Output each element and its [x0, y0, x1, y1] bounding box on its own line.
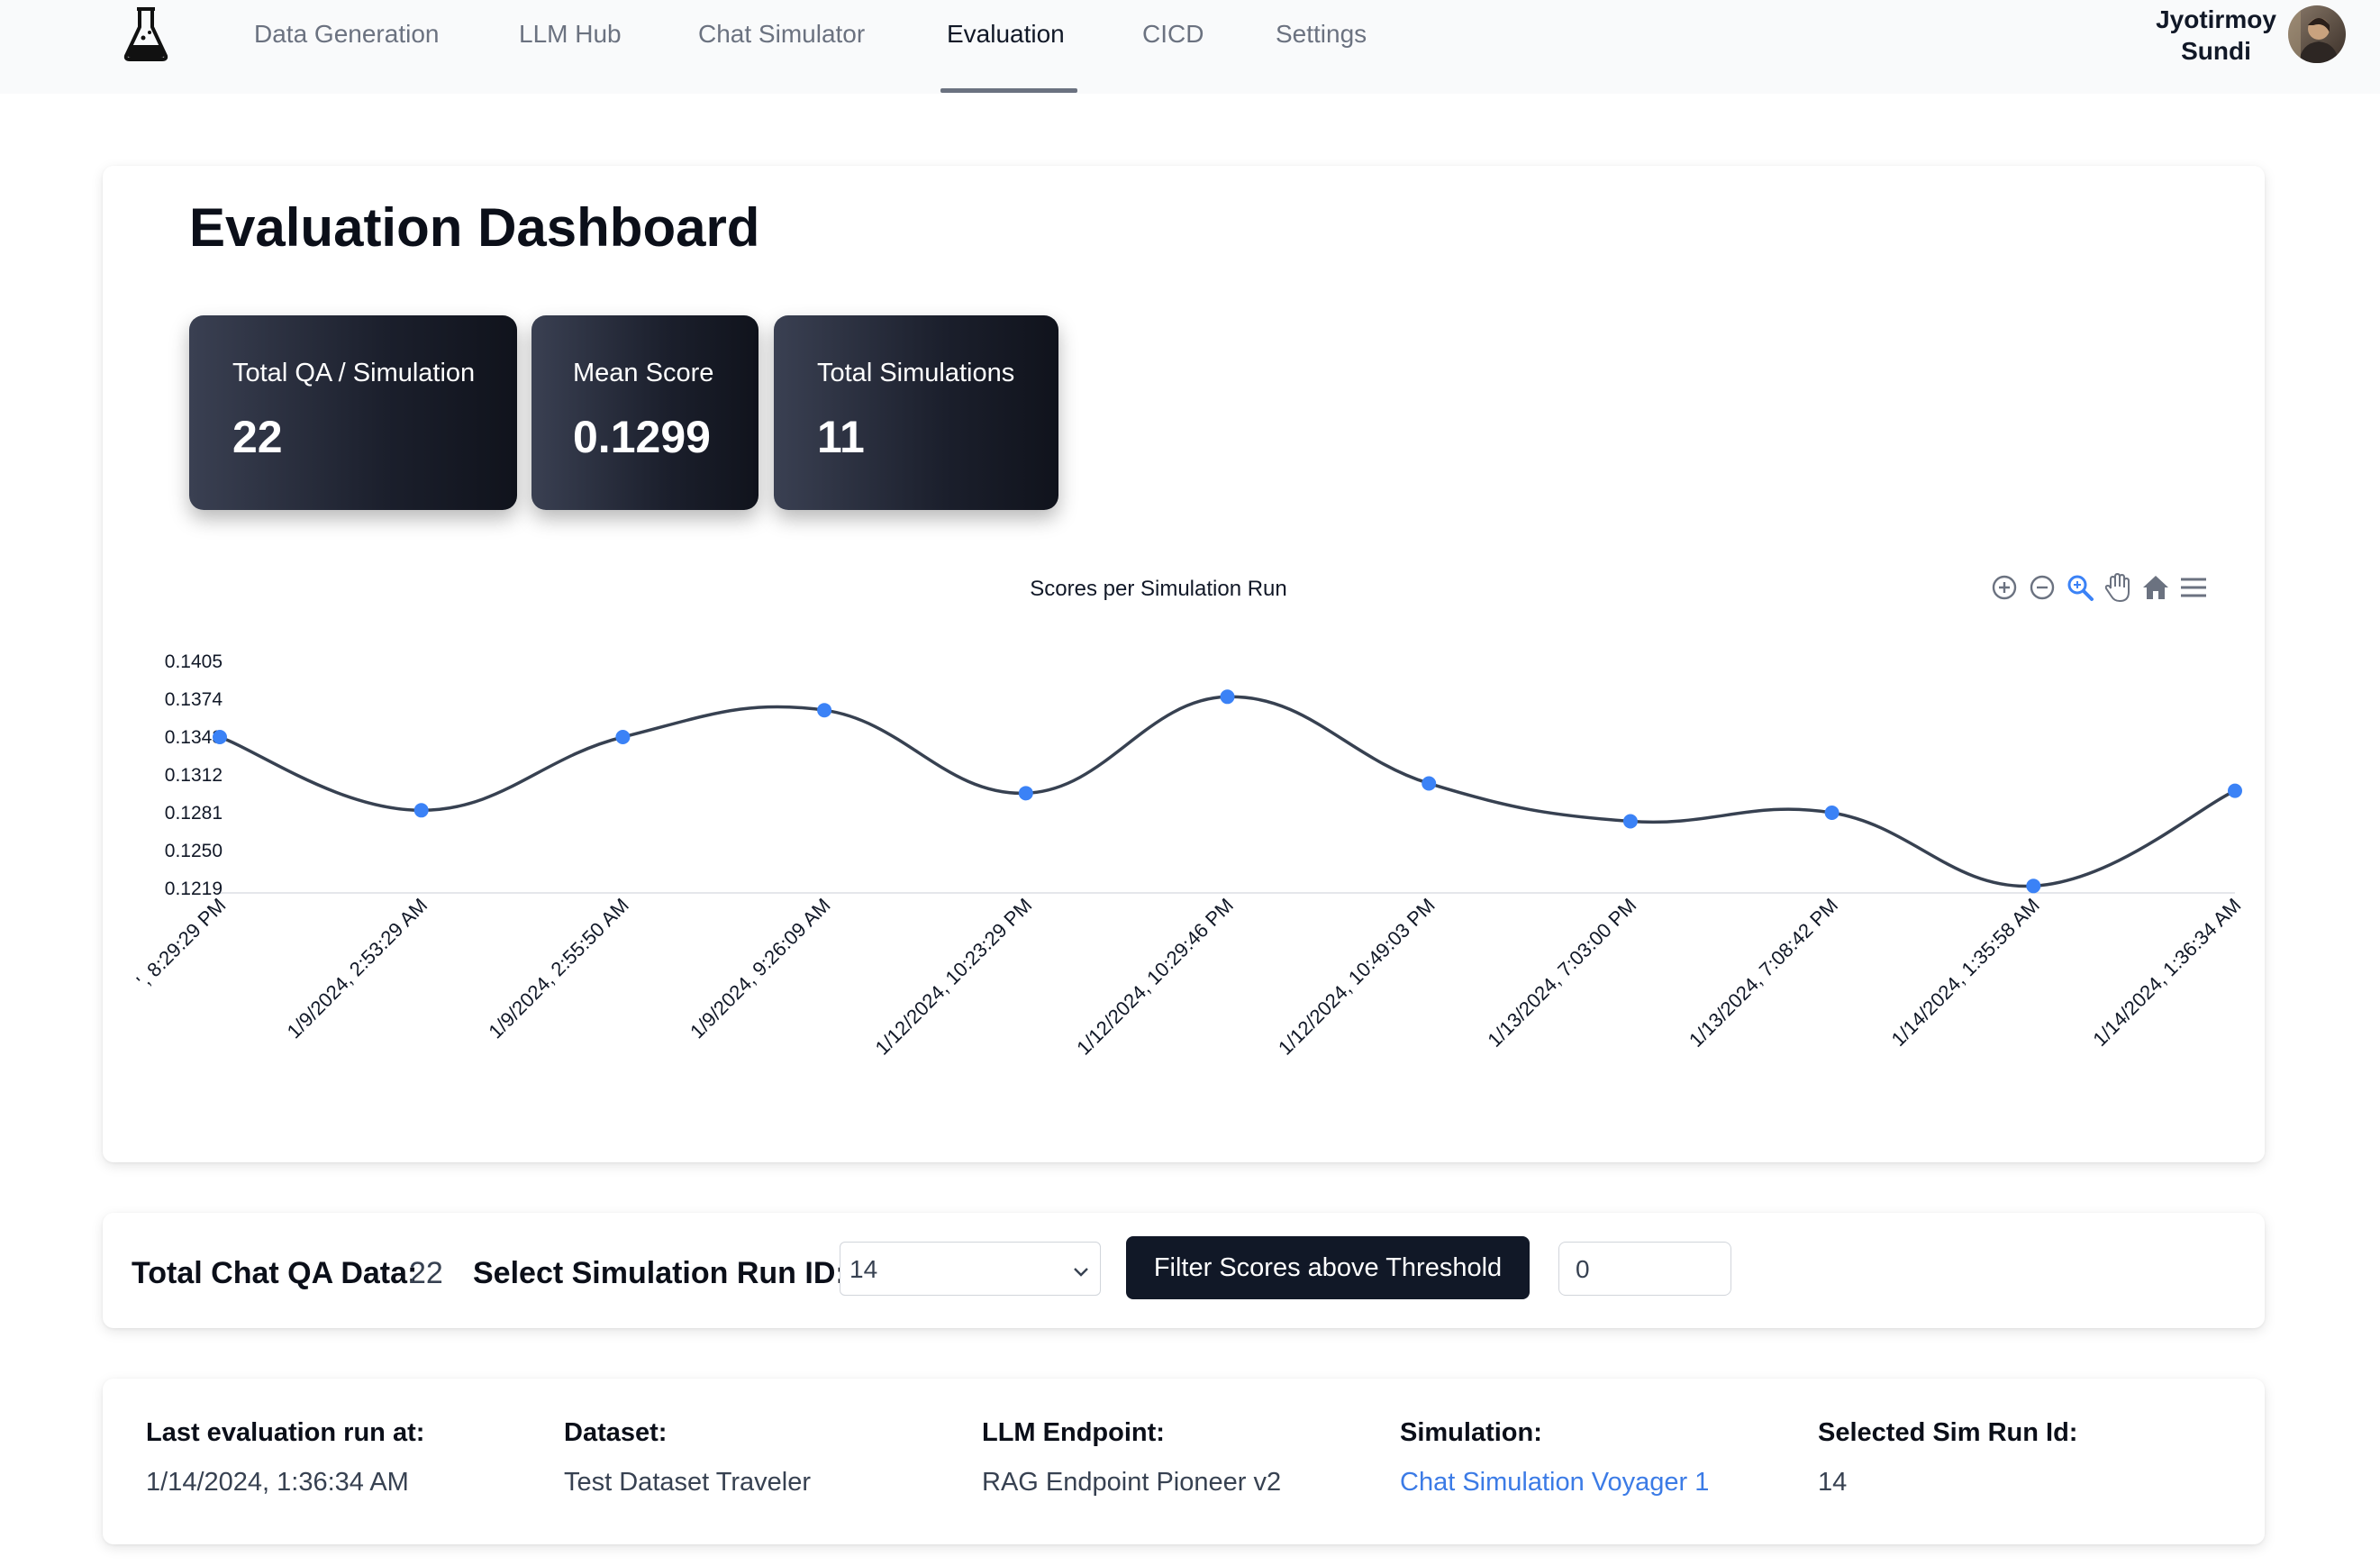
user-first-name: Jyotirmoy — [2156, 5, 2276, 33]
data-point[interactable] — [2228, 783, 2242, 798]
data-point[interactable] — [2026, 879, 2041, 894]
info-value: Test Dataset Traveler — [564, 1468, 811, 1497]
active-tab-indicator — [940, 88, 1077, 93]
info-value: RAG Endpoint Pioneer v2 — [982, 1468, 1282, 1497]
nav-cicd[interactable]: CICD — [1142, 0, 1204, 94]
info-heading: Simulation: — [1400, 1418, 1542, 1447]
nav-data-generation[interactable]: Data Generation — [254, 0, 439, 94]
series-line — [219, 695, 2236, 888]
line-chart: 0.14050.13740.13430.13120.12810.12500.12… — [132, 651, 2246, 1060]
x-tick-label: 1/12/2024, 10:49:03 PM — [1274, 894, 1440, 1060]
y-tick-label: 0.1405 — [165, 651, 223, 672]
nav-evaluation[interactable]: Evaluation — [947, 0, 1065, 94]
select-run-label: Select Simulation Run ID: — [473, 1256, 846, 1290]
filter-threshold-button[interactable]: Filter Scores above Threshold — [1126, 1236, 1530, 1299]
x-tick-label: 1/9/2024, 2:55:50 AM — [484, 894, 633, 1043]
x-tick-label: 1/9/2024, 9:26:09 AM — [686, 894, 835, 1043]
threshold-input[interactable]: 0 — [1558, 1242, 1731, 1296]
info-heading: Selected Sim Run Id: — [1818, 1418, 2078, 1447]
x-tick-label: 1/12/2024, 10:29:46 PM — [1072, 894, 1238, 1060]
y-tick-label: 0.1281 — [165, 803, 223, 824]
info-simulation: Simulation: Chat Simulation Voyager 1 — [1400, 1418, 1709, 1498]
data-point[interactable] — [1422, 776, 1437, 791]
y-tick-label: 0.1374 — [165, 689, 223, 710]
info-llm-endpoint: LLM Endpoint: RAG Endpoint Pioneer v2 — [982, 1418, 1281, 1498]
filter-card: Total Chat QA Data: 22 Select Simulation… — [103, 1213, 2265, 1328]
x-tick-label: ', 8:29:29 PM — [132, 894, 231, 992]
data-point[interactable] — [1018, 786, 1033, 801]
total-chat-qa-label: Total Chat QA Data: — [132, 1256, 418, 1290]
flask-logo-icon[interactable] — [123, 4, 169, 61]
y-tick-label: 0.1312 — [165, 765, 223, 786]
data-point[interactable] — [1622, 814, 1638, 829]
data-point[interactable] — [213, 730, 227, 744]
selected-run-value: 14 — [849, 1255, 878, 1283]
info-last-run: Last evaluation run at: 1/14/2024, 1:36:… — [146, 1418, 424, 1498]
x-tick-label: 1/9/2024, 2:53:29 AM — [283, 894, 432, 1043]
info-heading: LLM Endpoint: — [982, 1418, 1165, 1447]
nav-llm-hub[interactable]: LLM Hub — [519, 0, 622, 94]
top-navbar: Data Generation LLM Hub Chat Simulator E… — [0, 0, 2380, 94]
chevron-down-icon — [1071, 1259, 1091, 1279]
info-value: 1/14/2024, 1:36:34 AM — [146, 1468, 409, 1497]
x-tick-label: 1/14/2024, 1:35:58 AM — [1887, 894, 2044, 1051]
simulation-link[interactable]: Chat Simulation Voyager 1 — [1400, 1468, 1709, 1498]
data-point[interactable] — [1824, 806, 1840, 820]
user-name[interactable]: Jyotirmoy Sundi — [2144, 4, 2288, 67]
nav-chat-simulator[interactable]: Chat Simulator — [698, 0, 865, 94]
x-tick-label: 1/12/2024, 10:23:29 PM — [871, 894, 1037, 1060]
info-heading: Last evaluation run at: — [146, 1418, 425, 1447]
data-point[interactable] — [615, 730, 631, 744]
user-last-name: Sundi — [2181, 37, 2251, 65]
x-tick-label: 1/13/2024, 7:08:42 PM — [1685, 894, 1842, 1052]
x-tick-label: 1/13/2024, 7:03:00 PM — [1483, 894, 1640, 1052]
info-heading: Dataset: — [564, 1418, 668, 1447]
data-point[interactable] — [1220, 689, 1235, 705]
info-value: 14 — [1818, 1468, 1848, 1497]
simulation-run-select[interactable]: 14 — [840, 1242, 1101, 1296]
data-point[interactable] — [817, 703, 832, 718]
evaluation-info-card: Last evaluation run at: 1/14/2024, 1:36:… — [103, 1379, 2265, 1544]
total-chat-qa-value: 22 — [409, 1256, 443, 1290]
data-point[interactable] — [413, 803, 429, 818]
x-tick-label: 1/14/2024, 1:36:34 AM — [2088, 894, 2245, 1051]
avatar[interactable] — [2288, 5, 2346, 63]
y-tick-label: 0.1250 — [165, 841, 223, 861]
info-dataset: Dataset: Test Dataset Traveler — [564, 1418, 811, 1498]
nav-settings[interactable]: Settings — [1276, 0, 1367, 94]
dashboard-card: Evaluation Dashboard Total QA / Simulati… — [103, 166, 2265, 1162]
info-selected-run-id: Selected Sim Run Id: 14 — [1818, 1418, 2077, 1498]
